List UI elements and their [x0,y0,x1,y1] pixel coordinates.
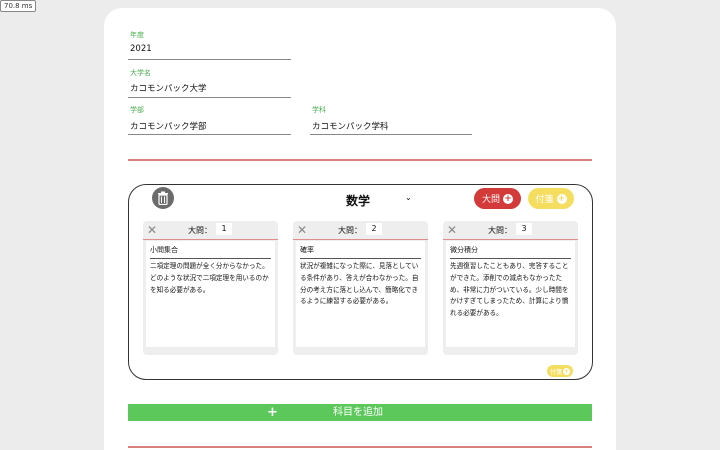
plus-icon: + [503,193,513,204]
year-underline [128,59,291,60]
section-divider-bottom [128,446,592,448]
trash-icon [158,191,168,205]
department-underline [310,134,472,135]
year-input[interactable]: 2021 [130,44,152,54]
question-label: 大問： [488,226,512,235]
add-note-label: 付箋 [535,195,554,205]
question-divider [443,239,578,240]
question-divider [143,239,278,240]
question-divider [293,239,428,240]
university-underline [128,97,291,98]
add-note-button[interactable]: 付箋 + [528,188,574,209]
subtopic-input[interactable]: 微分積分 [450,245,478,255]
note-small-label: 付箋 [549,368,562,376]
question-label: 大問： [338,226,362,235]
question-card: ✕ 大問： 3 微分積分 先週復習したこともあり、完答することができた。添削での… [443,221,578,355]
question-card: ✕ 大問： 2 確率 状況が複雑になった際に、見落としている条件があり、答えが合… [293,221,428,355]
plus-icon: + [556,193,567,204]
close-icon[interactable]: ✕ [447,223,457,237]
delete-subject-button[interactable] [152,187,174,209]
faculty-underline [128,134,291,135]
add-subject-button[interactable]: + 科目を追加 [128,404,592,421]
timing-badge: 70.8 ms [0,0,37,12]
question-number-input[interactable]: 2 [366,223,382,235]
university-input[interactable]: カコモンパック大学 [130,82,207,94]
subtopic-underline [150,258,271,259]
subject-panel: 数学 ⌄ 大問 + 付箋 + ✕ 大問： 1 小問集合 二項定理の問題が全く分か… [128,184,593,380]
year-label: 年度 [130,31,144,39]
question-body: 小問集合 二項定理の問題が全く分からなかった。どのような状況で二項定理を用いるの… [146,241,275,347]
chevron-down-icon[interactable]: ⌄ [405,193,412,202]
subtopic-underline [300,258,421,259]
question-label: 大問： [188,226,212,235]
question-number-input[interactable]: 1 [216,223,232,235]
reflection-textarea[interactable]: 先週復習したこともあり、完答することができた。添削での減点もなかったため、非常に… [450,261,571,320]
add-question-button[interactable]: 大問 + [474,188,521,209]
subtopic-input[interactable]: 小問集合 [150,245,178,255]
subtopic-input[interactable]: 確率 [300,245,314,255]
subtopic-underline [450,258,571,259]
close-icon[interactable]: ✕ [147,223,157,237]
department-input[interactable]: カコモンパック学科 [312,120,389,132]
faculty-input[interactable]: カコモンパック学部 [130,120,207,132]
subject-select[interactable]: 数学 [346,192,370,209]
exam-form-card: 年度 2021 大学名 カコモンパック大学 学部 カコモンパック学部 学科 カコ… [104,8,616,450]
add-note-small-button[interactable]: 付箋 + [547,365,573,377]
section-divider-top [128,159,592,161]
reflection-textarea[interactable]: 状況が複雑になった際に、見落としている条件があり、答えが合わなかった。自分の考え… [300,261,421,308]
question-body: 確率 状況が複雑になった際に、見落としている条件があり、答えが合わなかった。自分… [296,241,425,347]
add-question-label: 大問 [481,195,500,205]
question-number-input[interactable]: 3 [516,223,532,235]
plus-icon: + [267,405,278,420]
reflection-textarea[interactable]: 二項定理の問題が全く分からなかった。どのような状況で二項定理を用いるのかを知る必… [150,261,271,296]
close-icon[interactable]: ✕ [297,223,307,237]
add-subject-label: 科目を追加 [333,407,383,418]
question-card: ✕ 大問： 1 小問集合 二項定理の問題が全く分からなかった。どのような状況で二… [143,221,278,355]
university-label: 大学名 [130,69,151,77]
question-body: 微分積分 先週復習したこともあり、完答することができた。添削での減点もなかったた… [446,241,575,347]
faculty-label: 学部 [130,106,144,114]
plus-icon: + [563,367,570,375]
department-label: 学科 [312,106,326,114]
